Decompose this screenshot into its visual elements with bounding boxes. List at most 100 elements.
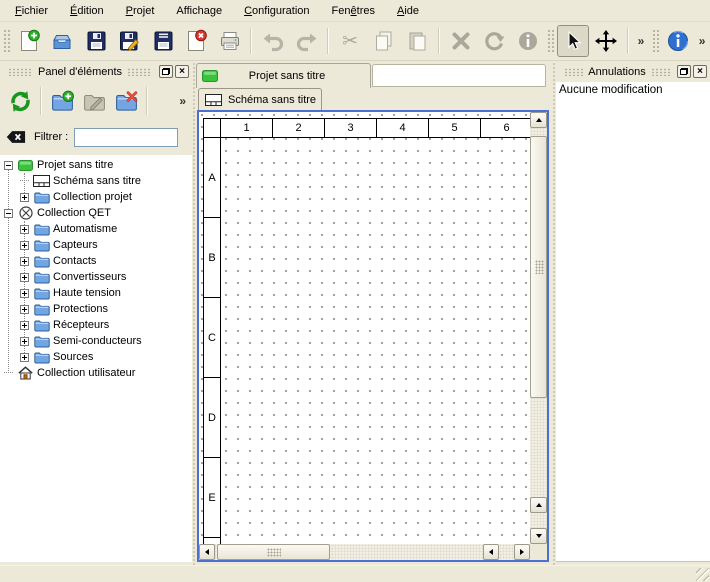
select-mode-button[interactable]: [557, 25, 589, 57]
reload-collections-button[interactable]: [4, 85, 36, 117]
tree-item[interactable]: Protections: [0, 301, 192, 317]
menu-configuration[interactable]: Configuration: [233, 2, 320, 20]
horizontal-scrollbar-thumb[interactable]: [217, 544, 330, 560]
expand-icon[interactable]: [20, 353, 29, 362]
scroll-right-button[interactable]: [514, 544, 530, 560]
expand-icon[interactable]: [20, 337, 29, 346]
project-tab-label: Projet sans titre: [218, 70, 370, 82]
tree-item[interactable]: Collection QET: [0, 205, 192, 221]
undo-panel-title: Annulations: [588, 66, 646, 78]
menu-projet[interactable]: Projet: [115, 2, 166, 20]
tree-item[interactable]: Sources: [0, 349, 192, 365]
horizontal-scrollbar[interactable]: [199, 544, 530, 560]
tree-item-label: Sources: [53, 351, 93, 363]
tree-item[interactable]: Collection utilisateur: [0, 365, 192, 381]
tree-item[interactable]: Automatisme: [0, 221, 192, 237]
paste-icon: [405, 29, 429, 53]
delete-icon: [449, 29, 473, 53]
tree-item[interactable]: Convertisseurs: [0, 269, 192, 285]
pan-mode-button[interactable]: [591, 25, 623, 57]
tree-item[interactable]: Collection projet: [0, 189, 192, 205]
toolbar-drag-handle[interactable]: [651, 28, 659, 54]
tree-item[interactable]: Projet sans titre: [0, 157, 192, 173]
schema-tab-label: Schéma sans titre: [228, 94, 316, 106]
clear-filter-icon[interactable]: [6, 130, 26, 144]
new-document-button[interactable]: [13, 25, 45, 57]
undo-panel-close-button[interactable]: ×: [693, 65, 707, 78]
delete-button: [445, 25, 477, 57]
scroll-up-button[interactable]: [530, 112, 547, 128]
resize-grip-icon[interactable]: [696, 568, 709, 581]
tree-item[interactable]: Contacts: [0, 253, 192, 269]
collapse-icon[interactable]: [4, 209, 13, 218]
save-as-button[interactable]: [113, 25, 145, 57]
expand-icon[interactable]: [20, 225, 29, 234]
new-category-button[interactable]: [46, 85, 78, 117]
scroll-up-button-2[interactable]: [530, 497, 547, 513]
toolbar-overflow-button-2[interactable]: »: [694, 34, 710, 48]
new-document-icon: [17, 29, 41, 53]
column-header: 1: [221, 118, 273, 138]
undo-history-list[interactable]: Aucune modification: [556, 82, 710, 562]
tree-item[interactable]: Semi-conducteurs: [0, 333, 192, 349]
expand-icon[interactable]: [20, 241, 29, 250]
tab-schema[interactable]: Schéma sans titre: [198, 88, 322, 110]
tab-project[interactable]: Projet sans titre: [196, 63, 371, 88]
toolbar-overflow-button[interactable]: »: [633, 34, 649, 48]
panel-float-button[interactable]: [159, 65, 173, 78]
menu-aide[interactable]: Aide: [386, 2, 430, 20]
schema-icon: [33, 175, 50, 187]
expand-icon[interactable]: [20, 321, 29, 330]
toolbar-separator: [627, 28, 629, 54]
menu-affichage[interactable]: Affichage: [165, 2, 233, 20]
filter-input[interactable]: [74, 128, 178, 147]
open-project-button[interactable]: [46, 25, 78, 57]
vertical-scrollbar-thumb[interactable]: [530, 136, 547, 398]
row-header: A: [203, 138, 221, 218]
menu-fichier[interactable]: Fichier: [4, 2, 59, 20]
row-labels: ABCDE: [203, 138, 221, 544]
toolbar-separator: [327, 28, 329, 54]
close-project-button[interactable]: [180, 25, 212, 57]
scroll-down-button[interactable]: [530, 528, 547, 544]
tree-item-label: Collection utilisateur: [37, 367, 135, 379]
vertical-scrollbar[interactable]: [530, 112, 547, 544]
collapse-icon[interactable]: [4, 161, 13, 170]
expand-icon[interactable]: [20, 193, 29, 202]
expand-icon[interactable]: [20, 289, 29, 298]
undo-list-item[interactable]: Aucune modification: [556, 82, 710, 98]
schema-canvas[interactable]: 123456 ABCDE: [199, 112, 530, 544]
cut-icon: ✂: [342, 32, 358, 51]
undo-panel-float-button[interactable]: [677, 65, 691, 78]
restore-icon: [162, 68, 170, 75]
save-button[interactable]: [80, 25, 112, 57]
toolbar-separator: [438, 28, 440, 54]
toolbar-drag-handle[interactable]: [546, 28, 554, 54]
scroll-left-button[interactable]: [199, 544, 215, 560]
scroll-left-button-2[interactable]: [483, 544, 499, 560]
expand-icon[interactable]: [20, 257, 29, 266]
element-info-icon: [516, 29, 540, 53]
panel-toolbar-overflow-button[interactable]: »: [179, 94, 186, 108]
print-button[interactable]: [214, 25, 246, 57]
schema-view-window: 123456 ABCDE: [197, 110, 549, 562]
expand-icon[interactable]: [20, 273, 29, 282]
tree-item[interactable]: Récepteurs: [0, 317, 192, 333]
tree-item[interactable]: Capteurs: [0, 237, 192, 253]
paste-button: [401, 25, 433, 57]
tree-item[interactable]: Schéma sans titre: [0, 173, 192, 189]
panel-close-button[interactable]: ×: [175, 65, 189, 78]
edit-category-button: [78, 85, 110, 117]
tree-item[interactable]: Haute tension: [0, 285, 192, 301]
save-all-button[interactable]: [147, 25, 179, 57]
delete-category-button[interactable]: [110, 85, 142, 117]
diagram-info-button[interactable]: [662, 25, 694, 57]
close-project-icon: [184, 29, 208, 53]
expand-icon[interactable]: [20, 305, 29, 314]
toolbar-drag-handle[interactable]: [2, 28, 10, 54]
tree-item-label: Schéma sans titre: [53, 175, 141, 187]
menu-dition[interactable]: Édition: [59, 2, 115, 20]
folder-delete-icon: [114, 89, 139, 114]
elements-panel-header: Panel d'éléments ×: [0, 62, 192, 81]
menu-fentres[interactable]: Fenêtres: [321, 2, 386, 20]
